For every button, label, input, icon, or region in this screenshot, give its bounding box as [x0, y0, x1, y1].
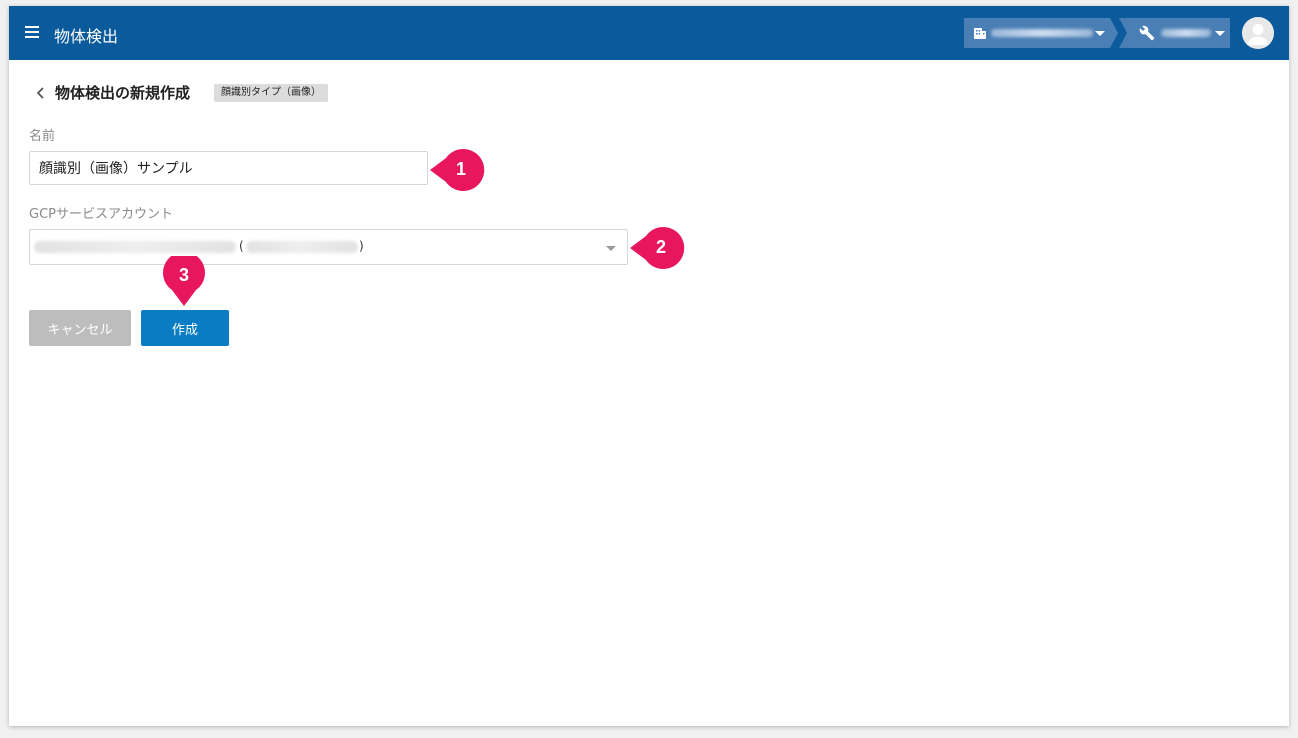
app-window: 物体検出 物体検出の新規作成 顔識別タイプ（画像） 名前 顔識別（画像）サンプル… — [9, 6, 1289, 726]
building-icon — [974, 28, 986, 39]
callout-2: 2 — [628, 225, 686, 271]
callout-number: 2 — [655, 237, 666, 257]
app-bar: 物体検出 — [9, 6, 1289, 60]
callout-number: 1 — [455, 159, 466, 179]
chevron-left-icon[interactable] — [34, 82, 48, 104]
callout-1: 1 — [428, 147, 486, 193]
caret-down-icon — [1215, 31, 1225, 36]
project-selector[interactable] — [1119, 18, 1230, 48]
user-avatar-icon[interactable] — [1242, 17, 1274, 49]
callout-number: 3 — [178, 265, 189, 285]
gcp-service-account-select[interactable]: ( ) — [29, 229, 628, 265]
callout-3: 3 — [161, 256, 207, 308]
caret-down-icon — [1095, 31, 1105, 36]
service-account-name-redacted — [34, 241, 236, 253]
project-name-redacted — [1161, 29, 1211, 37]
service-account-email-redacted — [246, 241, 358, 253]
wrench-icon — [1139, 25, 1155, 41]
open-paren: ( — [239, 239, 244, 253]
organization-selector[interactable] — [964, 18, 1118, 48]
app-title: 物体検出 — [54, 27, 119, 46]
name-label: 名前 — [29, 129, 56, 144]
page-title: 物体検出の新規作成 — [55, 84, 191, 102]
caret-down-icon — [606, 246, 616, 251]
organization-name-redacted — [991, 29, 1093, 37]
gcp-service-account-label: GCPサービスアカウント — [29, 207, 173, 222]
cancel-button[interactable]: キャンセル — [29, 310, 131, 346]
type-badge: 顔識別タイプ（画像） — [214, 84, 328, 102]
name-input[interactable] — [29, 151, 428, 185]
create-button[interactable]: 作成 — [141, 310, 229, 346]
close-paren: ) — [359, 239, 364, 253]
menu-icon[interactable] — [25, 26, 39, 38]
